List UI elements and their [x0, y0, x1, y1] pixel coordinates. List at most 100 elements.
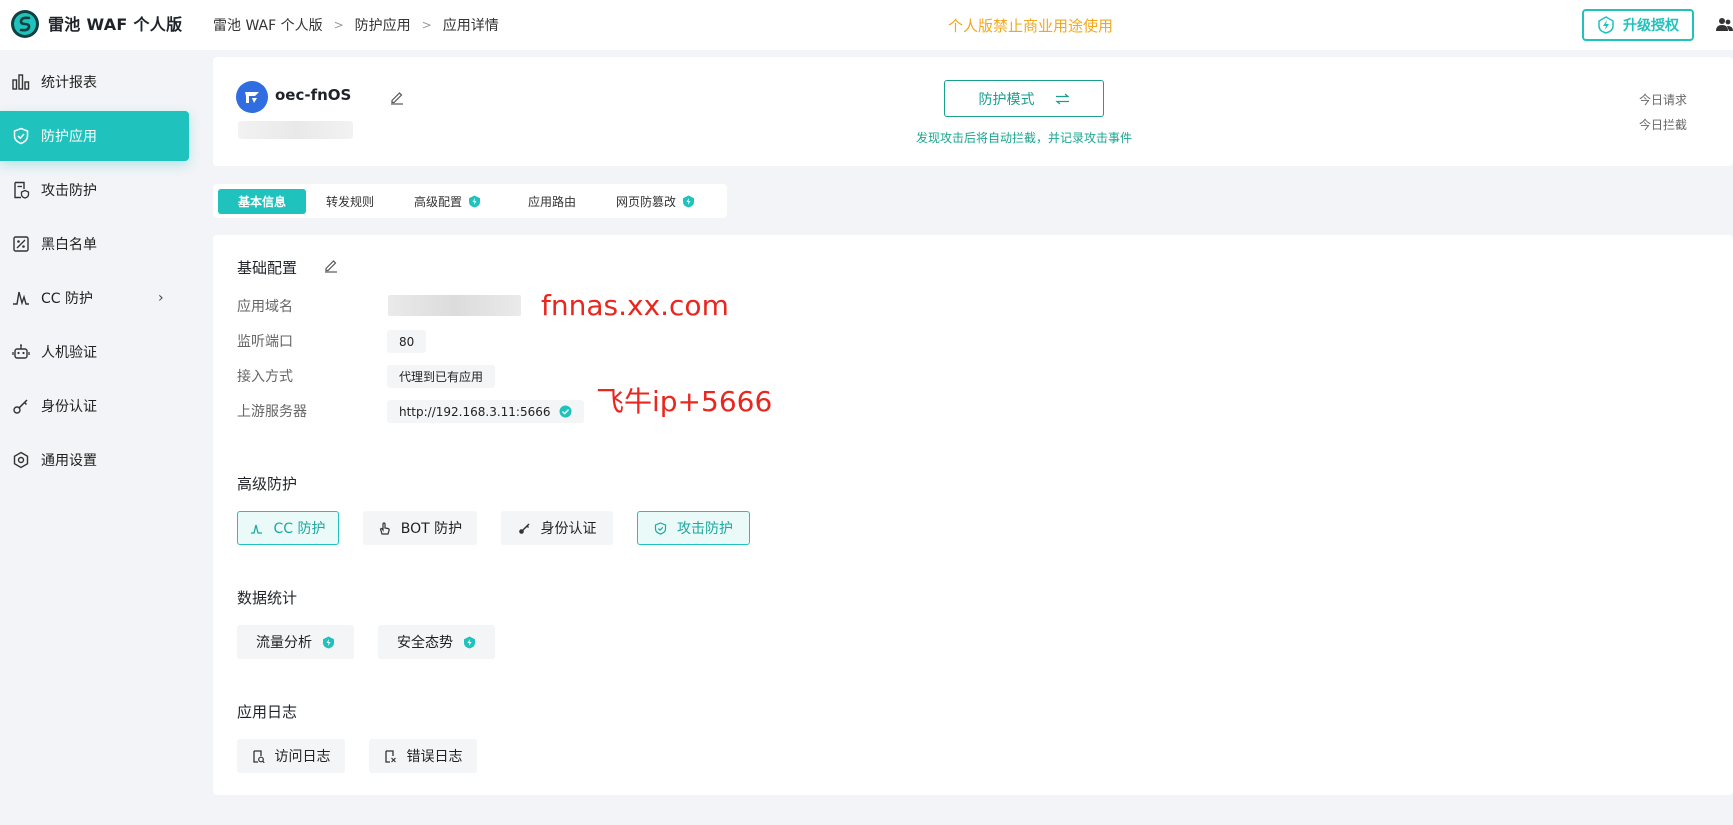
port-value: 80	[387, 330, 427, 353]
domain-label: 应用域名	[237, 299, 293, 315]
user-group-icon[interactable]	[1716, 16, 1733, 33]
pro-badge-icon	[463, 636, 476, 649]
check-circle-icon	[559, 405, 572, 418]
sidebar-item-label: 通用设置	[41, 453, 97, 469]
app-detail-card: 基础配置 应用域名 fnnas.xx.com 监听端口 80 接入方式 代理到已…	[213, 235, 1733, 795]
today-requests-label: 今日请求	[1639, 93, 1688, 107]
attack-protection-button[interactable]: 攻击防护	[637, 511, 750, 545]
button-label: 攻击防护	[677, 521, 733, 537]
log-document-icon	[252, 749, 265, 763]
sidebar-item-label: 防护应用	[41, 129, 97, 145]
pulse-icon	[250, 522, 263, 535]
tab-advanced-config[interactable]: 高级配置	[414, 189, 481, 214]
basic-config-title: 基础配置	[237, 259, 298, 277]
shield-icon	[654, 521, 667, 535]
app-logs-title: 应用日志	[237, 703, 298, 721]
protection-mode-description: 发现攻击后将自动拦截，并记录攻击事件	[916, 131, 1133, 145]
shield-icon	[12, 127, 30, 145]
tab-app-routes[interactable]: 应用路由	[528, 189, 576, 214]
traffic-analysis-button[interactable]: 流量分析	[237, 625, 354, 659]
port-label: 监听端口	[237, 334, 293, 350]
sidebar-item-statistics[interactable]: 统计报表	[0, 57, 189, 107]
app-logo-icon	[236, 81, 268, 113]
sidebar-item-label: 人机验证	[41, 345, 97, 361]
cc-protection-button[interactable]: CC 防护	[237, 511, 339, 545]
safeline-logo-icon[interactable]	[10, 9, 40, 39]
tab-label: 基本信息	[237, 195, 286, 209]
tab-label: 转发规则	[326, 195, 375, 209]
pulse-icon	[12, 289, 30, 307]
hand-icon	[378, 521, 391, 535]
document-shield-icon	[12, 181, 30, 199]
protection-mode-button[interactable]: 防护模式	[944, 80, 1104, 117]
advanced-protection-title: 高级防护	[237, 475, 298, 493]
upgrade-label: 升级授权	[1623, 18, 1679, 34]
sidebar: 统计报表 防护应用 攻击防护 黑白名单 CC 防护 › 人机验证 身份认证 通用…	[0, 50, 190, 825]
button-label: CC 防护	[273, 521, 326, 537]
sidebar-item-blacklist-whitelist[interactable]: 黑白名单	[0, 219, 189, 269]
pro-badge-icon	[468, 195, 481, 208]
upstream-value: http://192.168.3.11:5666	[387, 400, 584, 423]
button-label: 身份认证	[540, 521, 597, 537]
access-log-button[interactable]: 访问日志	[237, 739, 345, 773]
upstream-url: http://192.168.3.11:5666	[399, 404, 551, 419]
button-label: 访问日志	[274, 749, 331, 765]
access-mode-label: 接入方式	[237, 369, 293, 385]
sidebar-item-label: CC 防护	[41, 291, 94, 307]
edit-app-name-icon[interactable]	[389, 89, 405, 105]
sidebar-item-attack-protection[interactable]: 攻击防护	[0, 165, 189, 215]
breadcrumb-item-apps[interactable]: 防护应用	[355, 15, 411, 35]
bot-protection-button[interactable]: BOT 防护	[363, 511, 477, 545]
sidebar-item-label: 攻击防护	[41, 183, 97, 199]
error-log-button[interactable]: 错误日志	[369, 739, 477, 773]
chevron-right-icon: >	[421, 18, 432, 32]
button-label: 错误日志	[406, 749, 463, 765]
sidebar-item-authentication[interactable]: 身份认证	[0, 381, 189, 431]
sidebar-item-label: 黑白名单	[41, 237, 97, 253]
breadcrumb-item-home[interactable]: 雷池 WAF 个人版	[213, 15, 323, 35]
robot-icon	[12, 343, 30, 361]
sidebar-item-captcha[interactable]: 人机验证	[0, 327, 189, 377]
log-document-icon	[384, 749, 397, 763]
breadcrumb-item-current: 应用详情	[442, 18, 499, 34]
tab-label: 网页防篡改	[616, 195, 677, 209]
button-label: 流量分析	[256, 635, 312, 651]
sidebar-item-cc-protection[interactable]: CC 防护 ›	[0, 273, 189, 323]
button-label: BOT 防护	[400, 521, 463, 537]
app-title: 雷池 WAF 个人版	[48, 15, 183, 34]
upgrade-license-button[interactable]: 升级授权	[1582, 9, 1694, 41]
sidebar-item-general-settings[interactable]: 通用设置	[0, 435, 189, 485]
access-mode-value: 代理到已有应用	[387, 365, 496, 388]
security-posture-button[interactable]: 安全态势	[378, 625, 495, 659]
tab-web-tamper-protection[interactable]: 网页防篡改	[616, 189, 695, 214]
edit-basic-config-icon[interactable]	[323, 257, 339, 273]
sidebar-item-label: 统计报表	[41, 75, 97, 91]
today-blocked-label: 今日拦截	[1639, 118, 1688, 132]
swap-arrows-icon	[1054, 93, 1070, 105]
upstream-label: 上游服务器	[237, 404, 307, 420]
key-icon	[518, 522, 531, 535]
tab-basic-info[interactable]: 基本信息	[218, 189, 306, 214]
button-label: 安全态势	[397, 635, 453, 651]
pro-badge-icon	[682, 195, 695, 208]
protection-mode-label: 防护模式	[978, 91, 1035, 108]
sidebar-item-label: 身份认证	[41, 399, 97, 415]
upstream-annotation: 飞牛ip+5666	[596, 385, 773, 418]
list-filter-icon	[12, 235, 30, 253]
redacted-app-info	[238, 121, 353, 139]
key-icon	[12, 397, 30, 415]
authentication-button[interactable]: 身份认证	[501, 511, 613, 545]
tab-forwarding-rules[interactable]: 转发规则	[326, 189, 374, 214]
domain-annotation: fnnas.xx.com	[541, 289, 729, 322]
top-bar: 雷池 WAF 个人版 雷池 WAF 个人版 > 防护应用 > 应用详情 个人版禁…	[0, 0, 1733, 50]
sidebar-item-protected-apps[interactable]: 防护应用	[0, 111, 189, 161]
data-stats-title: 数据统计	[237, 589, 298, 607]
redacted-domain-value	[388, 295, 521, 316]
app-header-card: oec-fnOS 防护模式 发现攻击后将自动拦截，并记录攻击事件 今日请求 今日…	[213, 57, 1733, 166]
chevron-right-icon: >	[333, 18, 344, 32]
app-name: oec-fnOS	[275, 86, 352, 104]
gear-icon	[12, 451, 30, 469]
license-notice: 个人版禁止商业用途使用	[948, 17, 1114, 35]
chevron-right-icon: ›	[158, 290, 164, 306]
detail-tabs: 基本信息 转发规则 高级配置 应用路由 网页防篡改	[213, 184, 727, 218]
